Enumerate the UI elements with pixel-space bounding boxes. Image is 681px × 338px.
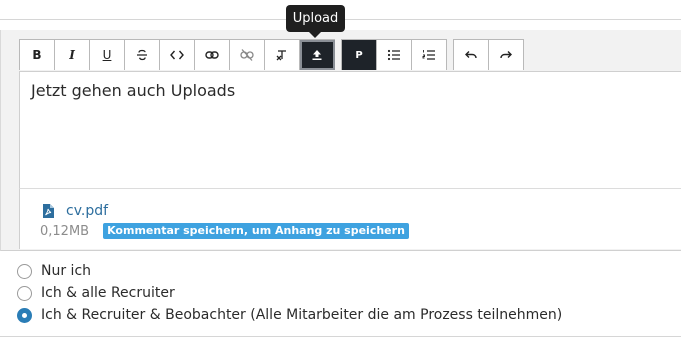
editor-content-area[interactable]: Jetzt gehen auch Uploads (19, 71, 681, 188)
clear-format-icon (276, 49, 288, 61)
ordered-list-icon (422, 49, 436, 61)
italic-button[interactable]: I (55, 40, 90, 70)
attachment-file-name[interactable]: cv.pdf (66, 203, 108, 219)
editor-content-text: Jetzt gehen auch Uploads (31, 81, 236, 100)
upload-tooltip: Upload (286, 5, 345, 32)
visibility-option[interactable]: Nur ich (17, 260, 562, 282)
visibility-option-label: Ich & alle Recruiter (41, 285, 175, 301)
bold-icon: B (32, 48, 42, 62)
underline-button[interactable]: U (90, 40, 125, 70)
comment-editor: B I U P Jetzt gehen auch Uploads cv.pdf 0,1… (0, 30, 681, 251)
bold-button[interactable]: B (20, 40, 55, 70)
ordered-list-button[interactable] (412, 40, 447, 70)
visibility-option-label: Ich & Recruiter & Beobachter (Alle Mitar… (41, 307, 563, 323)
strikethrough-button[interactable] (125, 40, 160, 70)
clear-format-button[interactable] (265, 40, 300, 70)
radio-button[interactable] (17, 263, 32, 279)
radio-button-checked[interactable] (17, 307, 32, 323)
undo-button[interactable] (454, 40, 489, 70)
link-icon (205, 50, 219, 60)
radio-button[interactable] (17, 285, 32, 301)
code-button[interactable] (160, 40, 195, 70)
attachment-meta: 0,12MB Kommentar speichern, um Anhang zu… (40, 223, 409, 239)
redo-icon (500, 50, 512, 60)
link-button[interactable] (195, 40, 230, 70)
visibility-option-label: Nur ich (41, 263, 92, 279)
visibility-option[interactable]: Ich & Recruiter & Beobachter (Alle Mitar… (17, 304, 562, 326)
undo-icon (465, 50, 477, 60)
paragraph-button[interactable]: P (342, 40, 377, 70)
bullet-list-button[interactable] (377, 40, 412, 70)
toolbar-group: BIU (19, 39, 335, 70)
unlink-icon (240, 49, 254, 61)
redo-button[interactable] (489, 40, 524, 70)
tooltip-arrow (309, 32, 321, 38)
attachment-area: cv.pdf 0,12MB Kommentar speichern, um An… (19, 188, 681, 249)
editor-toolbar: BIUP (19, 39, 530, 70)
strikethrough-icon (136, 49, 148, 61)
upload-icon (311, 49, 323, 61)
italic-icon: I (69, 48, 75, 62)
toolbar-group: P (341, 39, 447, 70)
bottom-divider (0, 336, 681, 337)
upload-button[interactable] (300, 40, 335, 70)
attachment-file-size: 0,12MB (40, 223, 90, 239)
paragraph-icon: P (355, 49, 363, 61)
attachment-save-note-badge: Kommentar speichern, um Anhang zu speich… (103, 223, 409, 239)
visibility-radio-group: Nur ich Ich & alle Recruiter Ich & Recruit… (17, 260, 562, 326)
attachment-file[interactable]: cv.pdf (42, 203, 108, 219)
pdf-file-icon (43, 204, 54, 218)
toolbar-group (453, 39, 524, 70)
code-icon (170, 50, 184, 60)
underline-icon: U (102, 48, 112, 62)
bullet-list-icon (387, 49, 401, 61)
unlink-button[interactable] (230, 40, 265, 70)
visibility-option[interactable]: Ich & alle Recruiter (17, 282, 562, 304)
